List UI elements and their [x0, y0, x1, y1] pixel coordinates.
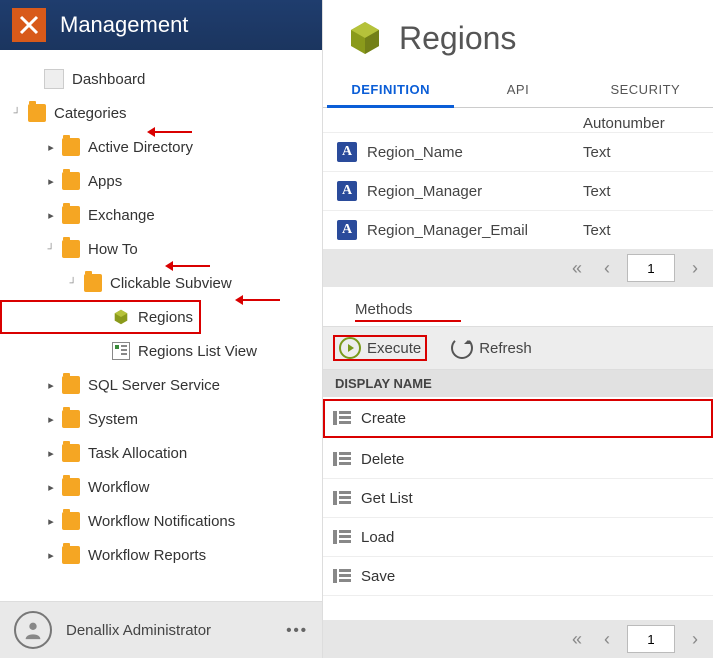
tree-node-sql-server-service[interactable]: ▸SQL Server Service	[0, 368, 322, 402]
refresh-button[interactable]: Refresh	[445, 335, 538, 361]
method-row-delete[interactable]: Delete	[323, 440, 713, 479]
methods-toolbar: Execute Refresh	[323, 326, 713, 370]
annotation-arrow	[238, 299, 280, 301]
tree-node-workflow-reports[interactable]: ▸Workflow Reports	[0, 538, 322, 572]
folder-open-icon	[28, 104, 46, 122]
sidebar-footer: Denallix Administrator •••	[0, 601, 322, 658]
chevron-right-icon: ▸	[44, 379, 58, 392]
folder-icon	[62, 512, 80, 530]
chevron-right-icon: ▸	[44, 413, 58, 426]
field-row[interactable]: ARegion_NameText	[323, 132, 713, 171]
app-title: Management	[60, 12, 188, 38]
tree-node-workflow-notifications[interactable]: ▸Workflow Notifications	[0, 504, 322, 538]
method-row-get-list[interactable]: Get List	[323, 479, 713, 518]
chevron-right-icon: ▸	[44, 549, 58, 562]
chevron-right-icon: ▸	[44, 447, 58, 460]
execute-button[interactable]: Execute	[333, 335, 427, 361]
text-type-icon: A	[337, 181, 357, 201]
tree-node-regions-list-view[interactable]: Regions List View	[0, 334, 322, 368]
more-button[interactable]: •••	[286, 622, 308, 639]
text-type-icon: A	[337, 220, 357, 240]
methods-section-label: Methods	[355, 301, 461, 322]
chevron-right-icon: ▸	[44, 141, 58, 154]
tree-node-system[interactable]: ▸System	[0, 402, 322, 436]
folder-open-icon	[62, 240, 80, 258]
app-header: Management	[0, 0, 322, 50]
page-first-icon[interactable]: «	[567, 629, 587, 650]
folder-icon	[62, 546, 80, 564]
dashboard-icon	[44, 69, 64, 89]
tree-node-clickable-subview[interactable]: ┘Clickable Subview	[0, 266, 322, 300]
tree-node-exchange[interactable]: ▸Exchange	[0, 198, 322, 232]
tab-security[interactable]: SECURITY	[582, 72, 709, 107]
smartobject-icon	[345, 18, 385, 58]
tree-node-categories[interactable]: ┘ Categories	[0, 96, 322, 130]
folder-icon	[62, 478, 80, 496]
avatar-icon[interactable]	[14, 611, 52, 649]
app-logo-icon	[12, 8, 46, 42]
text-type-icon: A	[337, 142, 357, 162]
methods-header: DISPLAY NAME	[323, 370, 713, 397]
tree-node-task-allocation[interactable]: ▸Task Allocation	[0, 436, 322, 470]
chevron-right-icon: ▸	[44, 175, 58, 188]
page-next-icon[interactable]: ›	[685, 258, 705, 279]
tab-definition[interactable]: DEFINITION	[327, 72, 454, 108]
refresh-icon	[451, 337, 473, 359]
page-prev-icon[interactable]: ‹	[597, 258, 617, 279]
chevron-right-icon: ▸	[44, 515, 58, 528]
page-next-icon[interactable]: ›	[685, 629, 705, 650]
folder-icon	[62, 444, 80, 462]
tab-api[interactable]: API	[454, 72, 581, 107]
chevron-right-icon: ▸	[44, 209, 58, 222]
method-row-load[interactable]: Load	[323, 518, 713, 557]
smartobject-icon	[112, 308, 130, 326]
annotation-arrow	[150, 131, 192, 133]
method-icon	[333, 530, 351, 544]
folder-icon	[62, 206, 80, 224]
folder-icon	[62, 172, 80, 190]
field-row[interactable]: ARegion_Manager_EmailText	[323, 210, 713, 249]
folder-icon	[62, 138, 80, 156]
page-header: Regions	[323, 0, 713, 66]
collapse-icon: ┘	[44, 244, 58, 255]
methods-pager: « ‹ ›	[323, 620, 713, 658]
method-icon	[333, 411, 351, 425]
method-icon	[333, 491, 351, 505]
play-icon	[339, 337, 361, 359]
page-input[interactable]	[627, 625, 675, 653]
folder-open-icon	[84, 274, 102, 292]
tree-node-regions[interactable]: Regions	[0, 300, 201, 334]
method-row-create[interactable]: Create	[323, 399, 713, 438]
annotation-arrow	[168, 265, 210, 267]
tabs: DEFINITION API SECURITY	[323, 72, 713, 108]
method-icon	[333, 569, 351, 583]
sidebar: Management Dashboard ┘ Categories ▸Activ…	[0, 0, 323, 658]
folder-icon	[62, 376, 80, 394]
method-icon	[333, 452, 351, 466]
tree-node-active-directory[interactable]: ▸Active Directory	[0, 130, 322, 164]
main-panel: Regions DEFINITION API SECURITY AAutonum…	[323, 0, 713, 658]
tree-node-workflow[interactable]: ▸Workflow	[0, 470, 322, 504]
page-title: Regions	[399, 20, 516, 57]
folder-icon	[62, 410, 80, 428]
method-row-save[interactable]: Save	[323, 557, 713, 596]
fields-grid: AAutonumber ARegion_NameText ARegion_Man…	[323, 108, 713, 287]
field-row[interactable]: AAutonumber	[323, 114, 713, 132]
collapse-icon: ┘	[66, 278, 80, 289]
current-user: Denallix Administrator	[66, 622, 211, 639]
fields-pager: « ‹ ›	[323, 249, 713, 287]
chevron-right-icon: ▸	[44, 481, 58, 494]
page-first-icon[interactable]: «	[567, 258, 587, 279]
page-prev-icon[interactable]: ‹	[597, 629, 617, 650]
page-input[interactable]	[627, 254, 675, 282]
field-row[interactable]: ARegion_ManagerText	[323, 171, 713, 210]
listview-icon	[112, 342, 130, 360]
tree-node-dashboard[interactable]: Dashboard	[0, 62, 322, 96]
collapse-icon: ┘	[10, 108, 24, 119]
tree-node-apps[interactable]: ▸Apps	[0, 164, 322, 198]
